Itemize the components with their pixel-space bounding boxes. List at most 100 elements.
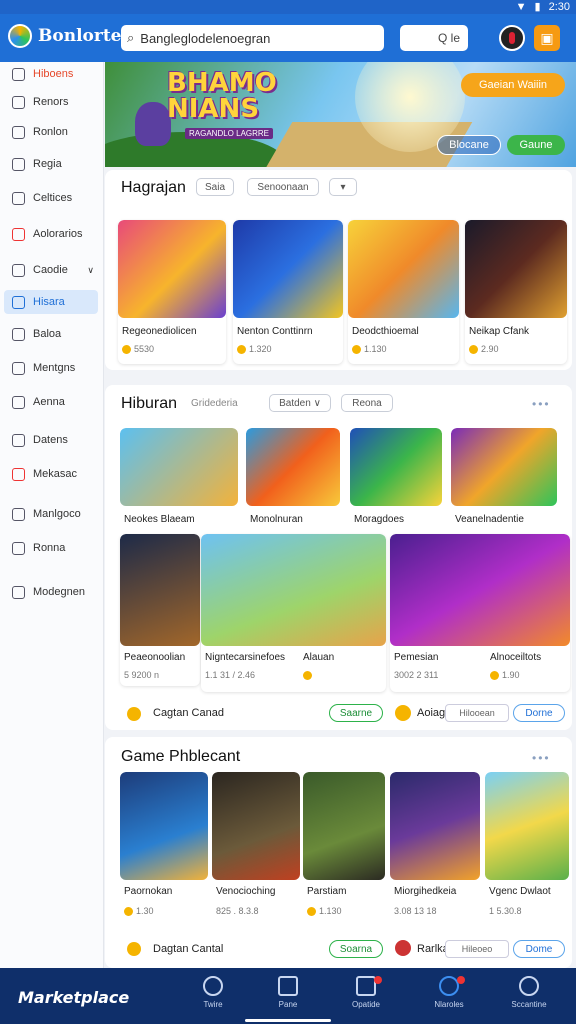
sidebar-item-6[interactable]: Caodie ∨ (4, 258, 98, 282)
sidebar-item-2[interactable]: Ronlon (4, 120, 98, 144)
sidebar-item-10[interactable]: Aenna (4, 390, 98, 414)
search-button[interactable]: Soarna (329, 940, 383, 958)
game-price: 1.90 (490, 670, 520, 681)
sidebar-item-label: Hisara (33, 296, 65, 308)
game-card[interactable]: Parstiam 1.130 (303, 772, 385, 922)
game-name: Alnoceiltots (490, 652, 542, 663)
nav-item-search[interactable]: Twire (183, 976, 243, 1009)
game-card[interactable]: Nenton Conttinrn 1.320 (233, 220, 343, 364)
more-options-icon[interactable]: ••• (532, 397, 551, 411)
coin-icon (490, 671, 499, 681)
coin-icon (237, 345, 246, 355)
notification-button[interactable]: ▣ (534, 25, 560, 51)
footer-label: Cagtan Canad (153, 707, 224, 719)
game-name: Moragdoes (354, 514, 405, 525)
game-price: 1.320 (237, 344, 272, 355)
game-card[interactable]: Monolnuran (246, 428, 340, 528)
sidebar-item-11[interactable]: Datens (4, 428, 98, 452)
banner-subtitle: RAGANDLO LAGRRE (185, 128, 274, 139)
banner-primary-button[interactable]: Gaeian Waiiin (461, 73, 565, 97)
chat-icon (12, 157, 25, 171)
game-card[interactable]: Nigntecarsinefoes Alauan 1.1 31 / 2.46 (201, 534, 386, 692)
game-price: 5 9200 n (124, 670, 160, 680)
hero-banner[interactable]: BHAMO NIANS RAGANDLO LAGRRE Gaeian Waiiin… (105, 62, 576, 167)
game-thumbnail (390, 772, 480, 880)
game-card[interactable]: Neikap Cfank 2.90 (465, 220, 567, 364)
game-card[interactable]: Deodcthioemal 1.130 (348, 220, 459, 364)
game-card[interactable]: Moragdoes (350, 428, 442, 528)
game-card[interactable]: Vgenc Dwlaot 1 5.30.8 (485, 772, 569, 922)
game-thumbnail (120, 772, 208, 880)
sidebar-item-8[interactable]: Baloa (4, 322, 98, 346)
sidebar-item-5[interactable]: Aolorarios (4, 222, 98, 246)
sidebar-item-15[interactable]: Modegnen (4, 580, 98, 604)
top-bar: Bonlorte ⌕ Q le ▣ (0, 14, 576, 62)
sidebar-item-label: Mekasac (33, 468, 78, 480)
sidebar-item-4[interactable]: Celtices (4, 186, 98, 210)
game-card[interactable]: Neokes Blaeam (120, 428, 238, 528)
footer-label: Dagtan Cantal (153, 943, 224, 955)
more-options-icon[interactable]: ••• (532, 751, 551, 765)
game-card[interactable]: Veanelnadentie (451, 428, 557, 528)
app-logo[interactable]: Bonlorte (8, 24, 122, 48)
game-card[interactable]: Paornokan 1.30 (120, 772, 208, 922)
game-name: Vgenc Dwlaot (489, 886, 551, 897)
banner-tertiary-button[interactable]: Gaune (507, 135, 565, 155)
done-button[interactable]: Dome (513, 940, 565, 958)
section-footer: Dagtan Cantal Soarna Rarlka Hileoeo Dome (105, 934, 572, 964)
nav-item-profile[interactable]: Sccantine (499, 976, 559, 1009)
profile-icon (519, 976, 539, 996)
game-price: 1.30 (124, 906, 154, 917)
sidebar-item-14[interactable]: Ronna (4, 536, 98, 560)
avatar[interactable] (499, 25, 525, 51)
bottom-navigation: Marketplace Twire Pane Opatide Nlaroles … (0, 968, 576, 1024)
game-card[interactable]: Regeonediolicen 5530 (118, 220, 226, 364)
grid-icon (12, 361, 25, 375)
avatar-icon (395, 940, 411, 956)
nav-item-updates[interactable]: Opatide (336, 976, 396, 1009)
coin-icon (303, 670, 315, 681)
footer-button[interactable]: Hilooean (445, 704, 509, 722)
game-card[interactable]: Venocioching 825 . 8.3.8 (212, 772, 300, 922)
status-time: 2:30 (548, 0, 570, 13)
checkbox-icon (12, 327, 25, 341)
game-price: 5530 (122, 344, 154, 355)
game-card[interactable]: Miorgihedkeia 3.08 13 18 (390, 772, 480, 922)
square-icon (12, 507, 25, 521)
game-name: Neokes Blaeam (124, 514, 195, 525)
coin-icon (127, 707, 141, 721)
done-button[interactable]: Dorne (513, 704, 565, 722)
nav-item-home[interactable]: Pane (258, 976, 318, 1009)
sidebar-item-7[interactable]: Hisara (4, 290, 98, 314)
filter-pill[interactable]: Senoonaan (247, 178, 319, 196)
footer-button[interactable]: Hileoeo (445, 940, 509, 958)
filter-pill[interactable]: Reona (341, 394, 393, 412)
game-card[interactable]: Peaeonoolian 5 9200 n (120, 534, 200, 686)
game-thumbnail (451, 428, 557, 506)
sidebar-item-3[interactable]: Regia (4, 152, 98, 176)
dropdown-chevron[interactable]: ▾ (329, 178, 357, 196)
sidebar-item-13[interactable]: Manlgoco (4, 502, 98, 526)
nav-label: Pane (278, 1000, 298, 1009)
secondary-search-button[interactable]: Q le (400, 25, 468, 51)
sidebar-item-label: Caodie (33, 264, 68, 276)
sidebar-item-9[interactable]: Mentgns (4, 356, 98, 380)
game-name: Nigntecarsinefoes (205, 652, 286, 663)
sidebar-item-0[interactable]: Hiboens (4, 62, 98, 86)
banner-secondary-button[interactable]: Blocane (437, 135, 501, 155)
game-card[interactable]: Pemesian Alnoceiltots 3002 2 311 1.90 (390, 534, 570, 692)
search-bar[interactable]: ⌕ (121, 25, 384, 51)
search-input[interactable] (140, 30, 361, 46)
nav-label: Opatide (351, 1000, 381, 1009)
search-button[interactable]: Saarne (329, 704, 383, 722)
game-thumbnail (485, 772, 569, 880)
nav-item-games[interactable]: Nlaroles (419, 976, 479, 1009)
filter-pill[interactable]: Batden ∨ (269, 394, 331, 412)
filter-pill[interactable]: Saia (196, 178, 234, 196)
nav-label: Twire (203, 1000, 223, 1009)
app-logo-icon (8, 24, 32, 48)
game-price: 2.90 (469, 344, 499, 355)
sidebar-item-1[interactable]: Renors (4, 90, 98, 114)
sidebar-item-12[interactable]: Mekasac (4, 462, 98, 486)
game-name: Alauan (303, 652, 335, 663)
